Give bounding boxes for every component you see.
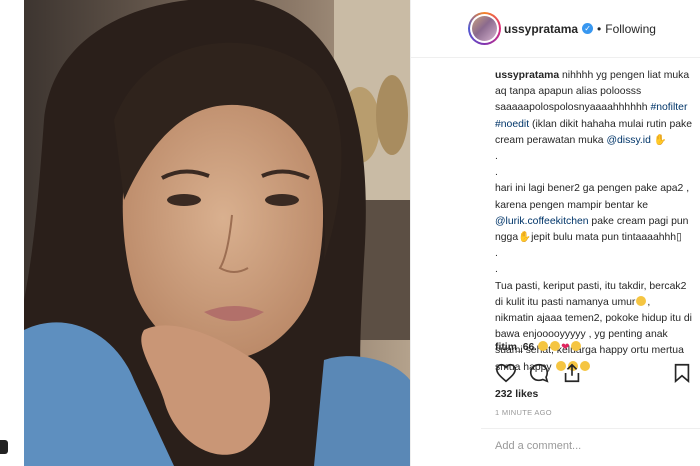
comment-row: fitim_66 ❤	[495, 340, 582, 356]
heart-icon[interactable]	[495, 362, 517, 384]
left-gutter	[0, 0, 24, 466]
post-caption: ussypratama nihhhh yg pengen liat muka a…	[495, 70, 692, 373]
comment-username[interactable]: fitim_66	[495, 342, 534, 353]
bookmark-icon[interactable]	[671, 362, 693, 384]
heart-eyes-emoji-icon	[550, 341, 561, 351]
post-author-username[interactable]: ussypratama	[504, 22, 578, 36]
gutter-marker	[0, 440, 8, 454]
add-comment-input[interactable]	[495, 440, 695, 452]
instagram-post: ussypratama ✓ • Following ussypratama ni…	[24, 0, 700, 466]
heart-emoji-icon: ❤	[561, 342, 570, 353]
avatar[interactable]	[468, 12, 501, 45]
post-side-panel: ussypratama ✓ • Following ussypratama ni…	[410, 0, 700, 466]
follow-status-button[interactable]: Following	[605, 22, 656, 36]
hashtag-link[interactable]: #noedit	[495, 119, 529, 130]
caption-username[interactable]: ussypratama	[495, 70, 559, 81]
likes-count[interactable]: 232 likes	[495, 389, 538, 400]
heart-eyes-emoji-icon	[538, 341, 549, 351]
hand-emoji-icon: ✋	[518, 232, 532, 244]
wink-emoji-icon	[570, 341, 581, 351]
wave-emoji-icon: ✋	[653, 134, 667, 146]
mention-link[interactable]: @dissy.id	[606, 135, 650, 146]
hashtag-link[interactable]: #nofilter	[650, 102, 687, 113]
comment-icon[interactable]	[528, 362, 550, 384]
add-comment-section	[481, 428, 700, 466]
action-bar	[495, 358, 695, 388]
post-header: ussypratama ✓ • Following	[411, 0, 700, 58]
grimace-emoji-icon	[636, 295, 647, 306]
post-timestamp[interactable]: 1 MINUTE AGO	[495, 408, 552, 417]
verified-icon: ✓	[582, 23, 594, 34]
emoji-placeholder-icon: ▯	[676, 232, 682, 244]
mention-link[interactable]: @lurik.coffeekitchen	[495, 216, 589, 227]
header-separator: •	[597, 21, 602, 36]
share-icon[interactable]	[561, 362, 583, 384]
post-photo[interactable]	[24, 0, 410, 466]
